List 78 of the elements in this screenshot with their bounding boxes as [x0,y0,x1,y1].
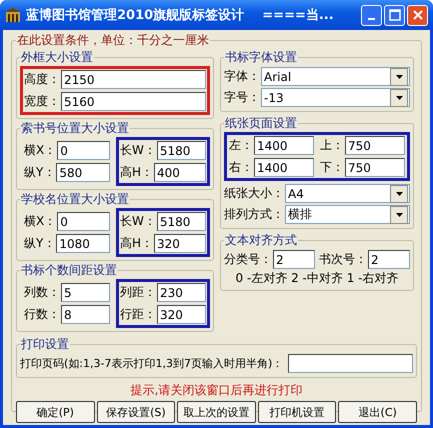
dropdown[interactable]: A4 [285,184,410,203]
dialog-button[interactable]: 退出(C) [338,401,417,423]
field-label: 高度： [24,71,60,88]
input-field[interactable]: 580 [56,163,110,182]
field-label: 列距： [120,284,156,301]
field-label: 横X： [24,213,56,230]
hint-text: 提示,请关闭该窗口后再进行打印 [130,382,304,399]
field-label: 纸张大小： [224,185,284,202]
field-label: 分类号： [224,251,272,268]
input-field[interactable] [288,354,413,373]
group-title: 纸张页面设置 [224,115,298,132]
field-label: 纵Y： [24,164,56,181]
maximize-icon [388,9,400,21]
input-field[interactable]: 0 [57,212,110,231]
field-label: 字体： [224,68,260,85]
field-label: 高H： [120,164,154,181]
field-label: 长W： [120,213,156,230]
field-label: 列数： [24,284,60,301]
input-field[interactable]: 320 [154,234,206,253]
field-label: 打印页码(如:1,3-7表示打印1,3到7页输入时用半角)： [20,356,284,371]
group-title: 书标个数间距设置 [20,262,118,279]
caret-icon [396,96,402,100]
input-field[interactable]: 400 [154,163,206,182]
group-title: 索书号位置大小设置 [20,120,130,137]
close-icon [412,9,424,21]
input-field[interactable]: 5180 [156,212,206,231]
minimize-icon [368,18,375,20]
close-button[interactable] [407,4,428,26]
group-title: 文本对齐方式 [224,232,298,249]
field-label: 宽度： [24,93,60,110]
field-label: 书次号： [319,251,367,268]
field-label: 高H： [120,235,154,252]
input-field[interactable]: 1400 [254,136,314,155]
maximize-button[interactable] [384,4,405,26]
field-label: 纵Y： [24,235,56,252]
input-field[interactable]: 2 [368,250,410,269]
group-title: 外框大小设置 [20,49,94,66]
dropdown[interactable]: Arial [261,67,410,86]
input-field[interactable]: 5180 [156,141,206,160]
caret-icon [396,212,402,216]
minimize-button[interactable] [361,4,382,26]
input-field[interactable]: 0 [57,141,110,160]
dropdown[interactable]: -13 [261,88,410,107]
field-label: 右： [229,159,253,176]
field-label: 长W： [120,142,156,159]
input-field[interactable]: 750 [345,136,405,155]
input-field[interactable]: 1080 [56,234,110,253]
field-label: 左： [229,137,253,154]
input-field[interactable]: 230 [157,283,206,302]
dialog-button[interactable]: 取上次的设置 [177,401,256,423]
field-label: 行距： [120,306,156,323]
dropdown[interactable]: 横排 [285,205,410,224]
dialog-button[interactable]: 打印机设置 [258,401,336,423]
field-label: 排列方式： [224,206,284,223]
alignment-legend: 0 -左对齐 2 -中对齐 1 -右对齐 [224,270,410,287]
input-field[interactable]: 2150 [61,70,206,89]
field-label: 横X： [24,142,56,159]
dialog-button[interactable]: 确定(P) [16,401,95,423]
field-label: 字号： [224,89,260,106]
input-field[interactable]: 5 [61,283,110,302]
field-label: 上： [320,137,344,154]
input-field[interactable]: 1400 [254,158,314,177]
window-title: 蓝博图书馆管理2010旗舰版标签设计 ====当... [26,6,335,24]
building-icon [5,7,21,23]
group-title: 在此设置条件，单位：千分之一厘米 [16,32,210,49]
input-field[interactable]: 750 [345,158,405,177]
caret-icon [396,192,402,196]
field-label: 行数： [24,306,60,323]
group-title: 学校名位置大小设置 [20,191,130,208]
input-field[interactable]: 8 [61,305,110,324]
group-title: 书标字体设置 [224,49,298,66]
caret-icon [396,74,402,78]
input-field[interactable]: 5160 [61,92,206,111]
group-title: 打印设置 [20,336,70,353]
dialog-button[interactable]: 保存设置(S) [96,401,176,423]
field-label: 下： [320,159,344,176]
input-field[interactable]: 320 [157,305,206,324]
input-field[interactable]: 2 [273,250,315,269]
